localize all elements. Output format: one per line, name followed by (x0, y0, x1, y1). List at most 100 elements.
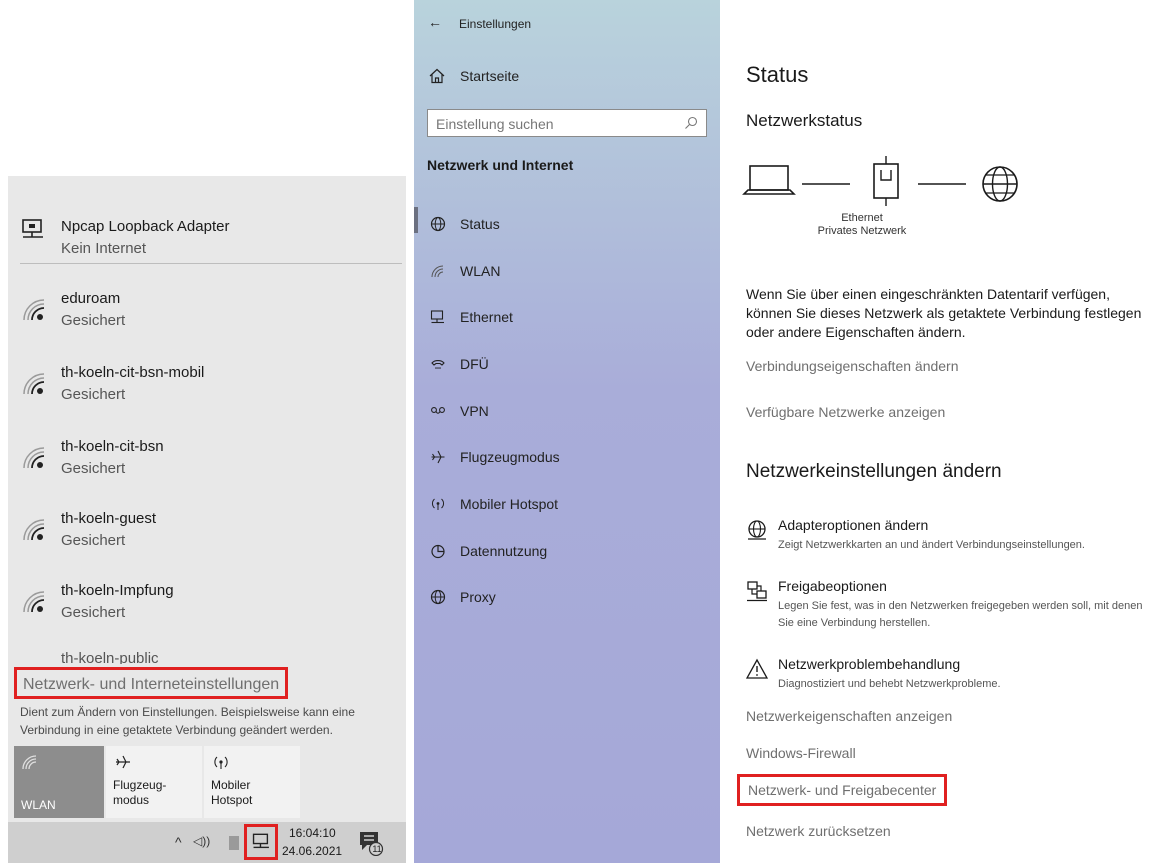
wifi-secured-icon (23, 447, 45, 469)
nav-item-status[interactable]: Status (414, 210, 720, 240)
nav-item-proxy[interactable]: Proxy (414, 583, 720, 613)
search-input-placeholder: Einstellung suchen (436, 116, 554, 132)
hotspot-icon (214, 756, 228, 769)
option-description: Zeigt Netzwerkkarten an und ändert Verbi… (778, 539, 1085, 551)
metered-connection-info: Wenn Sie über einen eingeschränkten Date… (746, 286, 1142, 340)
ethernet-monitor-icon (252, 833, 269, 849)
wifi-network-item[interactable]: th-koeln-Impfung Gesichert (8, 582, 406, 642)
nav-item-airplane-mode[interactable]: Flugzeugmodus (414, 443, 720, 473)
divider (20, 263, 402, 264)
network-status-heading: Netzwerkstatus (746, 111, 863, 130)
taskbar: ^ ◁)) 16:04:10 24.06.2021 11 (8, 822, 406, 863)
wifi-network-item-partial[interactable]: th-koeln-public (8, 650, 406, 664)
nav-item-mobile-hotspot[interactable]: Mobiler Hotspot (414, 490, 720, 520)
wifi-network-name: eduroam (61, 290, 121, 307)
computer-icon (742, 165, 796, 195)
nav-item-vpn[interactable]: VPN (414, 397, 720, 427)
nav-item-dfu[interactable]: DFÜ (414, 350, 720, 380)
action-center-button[interactable]: 11 (358, 830, 384, 856)
status-page: Status Netzwerkstatus Ethernet Privates … (720, 0, 1153, 863)
proxy-globe-icon (430, 589, 446, 605)
wifi-network-status: Gesichert (61, 604, 126, 621)
wifi-network-name: th-koeln-public (61, 650, 159, 664)
nav-item-label: VPN (460, 403, 489, 419)
home-icon (429, 68, 445, 84)
quick-action-label: Flugzeug- modus (113, 778, 167, 807)
wifi-network-status: Gesichert (61, 312, 126, 329)
wifi-icon (22, 755, 37, 770)
connection-name: Ethernet (841, 212, 883, 224)
chevron-up-icon[interactable]: ^ (175, 834, 182, 850)
option-description: Diagnostiziert und behebt Netzwerkproble… (778, 678, 1001, 690)
nav-item-label: Ethernet (460, 309, 513, 325)
settings-search-box[interactable]: Einstellung suchen (427, 109, 707, 137)
option-title: Netzwerkproblembehandlung (778, 656, 961, 672)
wifi-network-item[interactable]: eduroam Gesichert (8, 290, 406, 350)
vpn-icon (431, 407, 445, 414)
wlan-quick-action[interactable]: WLAN (14, 746, 104, 818)
mobile-hotspot-quick-action[interactable]: Mobiler Hotspot (204, 746, 300, 818)
wifi-icon (431, 265, 444, 278)
nav-item-wlan[interactable]: WLAN (414, 257, 720, 287)
back-arrow-icon[interactable]: ← (428, 14, 442, 30)
show-network-properties-link[interactable]: Netzwerkeigenschaften anzeigen (746, 708, 952, 724)
adapter-globe-icon (748, 520, 766, 540)
nav-item-label: Status (460, 216, 500, 232)
status-globe-icon (430, 216, 446, 232)
nav-item-label: DFÜ (460, 356, 489, 372)
volume-icon[interactable]: ◁)) (193, 834, 210, 848)
option-title: Adapteroptionen ändern (778, 517, 929, 533)
wifi-network-status: Gesichert (61, 532, 126, 549)
windows-firewall-link[interactable]: Windows-Firewall (746, 745, 856, 761)
search-icon[interactable] (684, 116, 698, 130)
wifi-network-name: th-koeln-guest (61, 510, 157, 527)
wifi-secured-icon (23, 591, 45, 613)
wifi-network-item[interactable]: th-koeln-guest Gesichert (8, 510, 406, 570)
airplane-mode-quick-action[interactable]: Flugzeug- modus (106, 746, 202, 818)
wifi-secured-icon (23, 519, 45, 541)
clock-time[interactable]: 16:04:10 (289, 826, 336, 840)
wifi-network-name: th-koeln-cit-bsn (61, 438, 164, 455)
network-internet-settings-link[interactable]: Netzwerk- und Interneteinstellungen (14, 667, 289, 699)
tray-app-icon[interactable] (229, 836, 239, 850)
ethernet-monitor-icon (22, 219, 43, 238)
wifi-network-item[interactable]: th-koeln-cit-bsn-mobil Gesichert (8, 364, 406, 424)
network-flyout: Npcap Loopback Adapter Kein Internet edu… (8, 176, 406, 863)
home-link[interactable]: Startseite (460, 68, 519, 84)
ethernet-adapter-icon (873, 156, 899, 206)
adapter-status: Kein Internet (61, 240, 147, 257)
nav-item-ethernet[interactable]: Ethernet (414, 303, 720, 333)
option-title: Freigabeoptionen (778, 578, 887, 594)
quick-action-label: Mobiler Hotspot (211, 778, 253, 807)
airplane-icon (431, 450, 445, 464)
nav-item-label: Proxy (460, 589, 496, 605)
network-reset-link[interactable]: Netzwerk zurücksetzen (746, 823, 891, 839)
notification-count: 11 (372, 844, 382, 854)
wifi-network-name: th-koeln-cit-bsn-mobil (61, 364, 205, 381)
nav-item-label: Mobiler Hotspot (460, 496, 559, 512)
network-tray-button[interactable] (244, 824, 278, 860)
section-title: Netzwerk und Internet (427, 157, 574, 173)
wifi-secured-icon (23, 373, 45, 395)
wifi-secured-icon (23, 299, 45, 321)
nav-item-label: Datennutzung (460, 543, 548, 559)
connection-label: Ethernet Privates Netzwerk (720, 212, 1004, 238)
show-available-networks-link[interactable]: Verfügbare Netzwerke anzeigen (746, 404, 945, 420)
quick-action-label: WLAN (21, 798, 56, 812)
ethernet-icon (430, 310, 444, 324)
change-settings-heading: Netzwerkeinstellungen ändern (746, 461, 1002, 482)
network-sharing-center-link[interactable]: Netzwerk- und Freigabecenter (737, 774, 948, 806)
change-connection-properties-link[interactable]: Verbindungseigenschaften ändern (746, 358, 959, 374)
adapter-name: Npcap Loopback Adapter (61, 218, 230, 235)
nav-item-label: Flugzeugmodus (460, 449, 560, 465)
nav-item-data-usage[interactable]: Datennutzung (414, 537, 720, 567)
wifi-network-status: Gesichert (61, 386, 126, 403)
wifi-network-name: th-koeln-Impfung (61, 582, 174, 599)
warning-triangle-icon (746, 658, 768, 679)
internet-globe-icon (982, 166, 1018, 202)
wifi-network-item[interactable]: th-koeln-cit-bsn Gesichert (8, 438, 406, 498)
sharing-icon (747, 581, 767, 602)
adapter-item[interactable]: Npcap Loopback Adapter Kein Internet (8, 196, 406, 257)
clock-date[interactable]: 24.06.2021 (282, 844, 342, 858)
settings-navigation: ← Einstellungen Startseite Einstellung s… (414, 0, 720, 863)
